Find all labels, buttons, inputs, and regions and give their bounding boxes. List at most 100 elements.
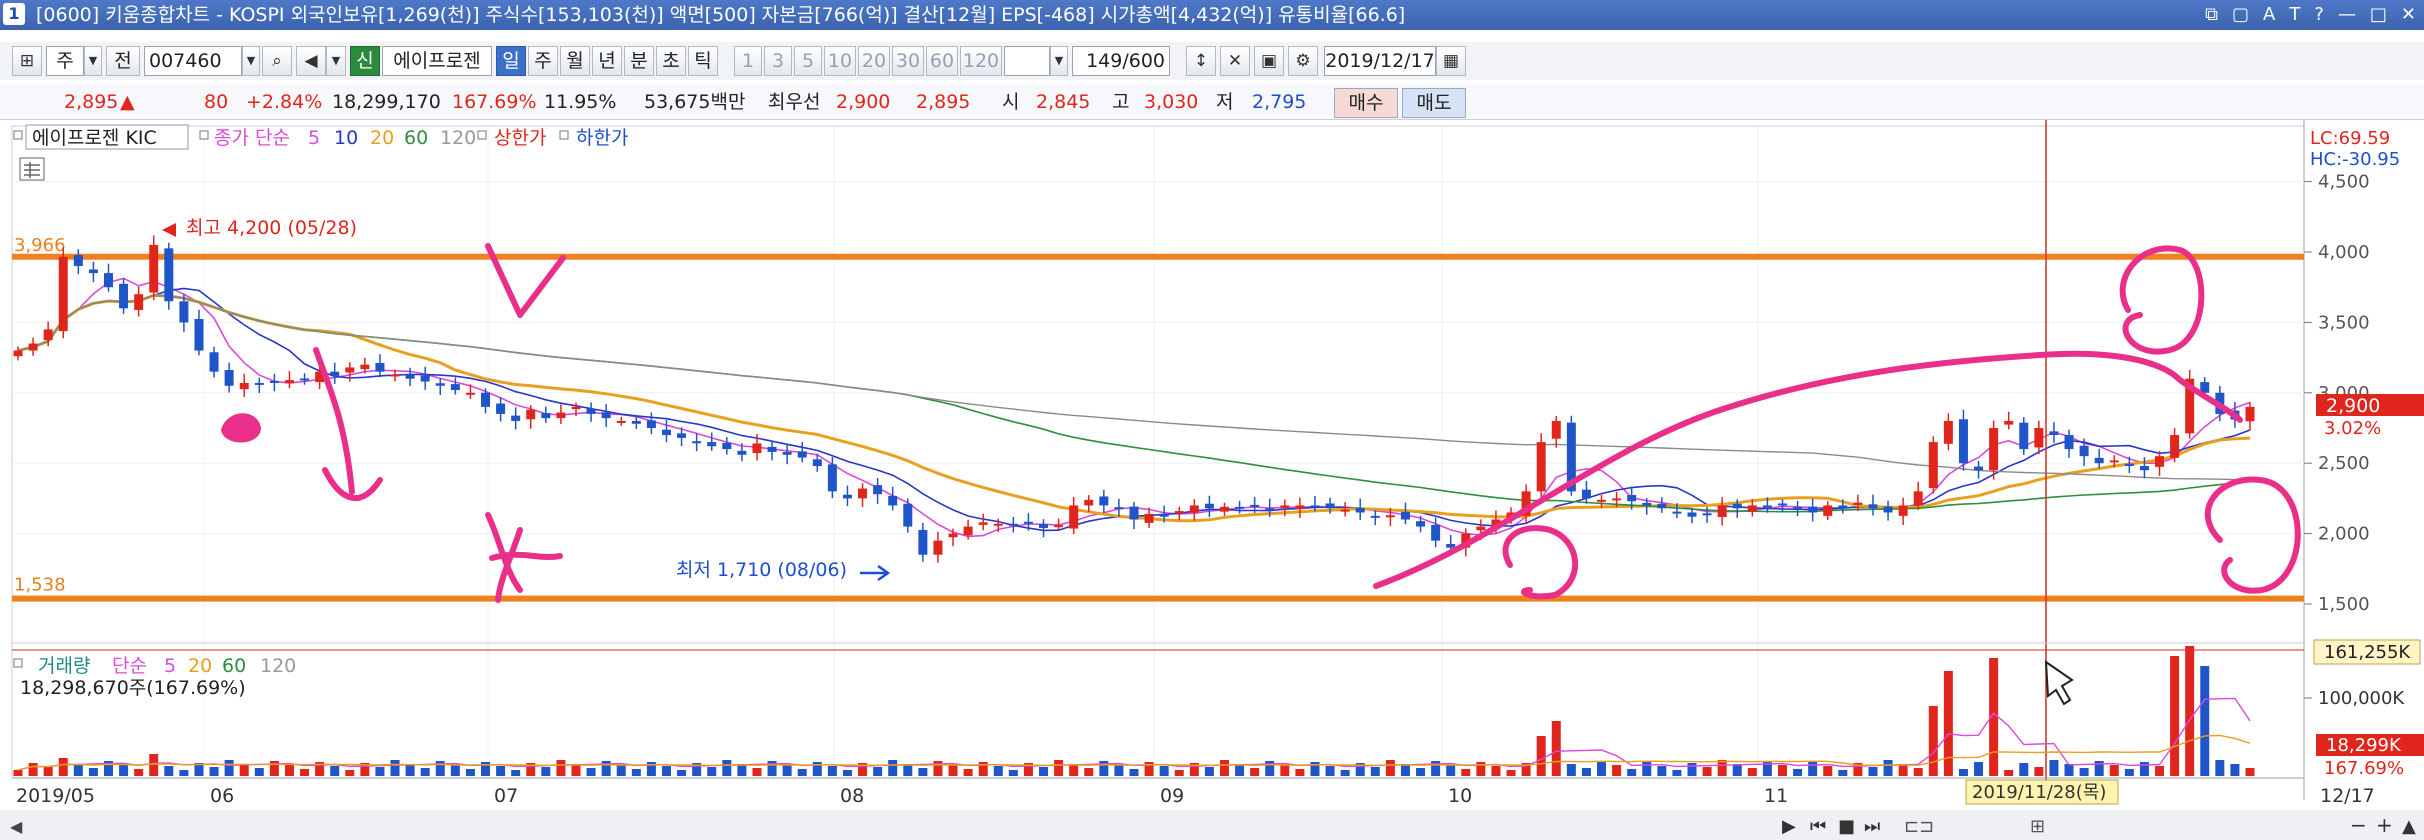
tab-tick[interactable]: 틱: [688, 46, 718, 76]
minute-120-button[interactable]: 120: [960, 46, 1002, 76]
candle-body: [918, 529, 928, 555]
tab-second[interactable]: 초: [656, 46, 686, 76]
candle-body: [571, 406, 581, 410]
volume-bar: [300, 769, 310, 776]
price-volume-chart[interactable]: 에이프로젠 KIC 종가 단순 5 10 20 60 120 상한가 하한가 L…: [0, 120, 2424, 840]
candle-body: [1099, 496, 1109, 506]
gear-icon[interactable]: ⚙: [1288, 46, 1318, 76]
code-dropdown-icon[interactable]: ▼: [242, 46, 260, 76]
tab-day[interactable]: 일: [496, 46, 526, 76]
price-tick-label: 4,500: [2318, 172, 2370, 193]
search-icon[interactable]: ⌕: [262, 46, 292, 76]
tab-year[interactable]: 년: [592, 46, 622, 76]
scroll-left-icon[interactable]: ◀: [10, 817, 23, 836]
sell-button[interactable]: 매도: [1402, 88, 1466, 118]
date-tick-label: 09: [1160, 785, 1184, 807]
change-percent: +2.84%: [246, 91, 323, 113]
minute-10-button[interactable]: 10: [824, 46, 856, 76]
legend-ma5: 5: [308, 127, 320, 149]
close-icon[interactable]: ✕: [2401, 0, 2416, 30]
candle-body: [1219, 506, 1229, 512]
minute-5-button[interactable]: 5: [794, 46, 822, 76]
minute-30-button[interactable]: 30: [892, 46, 924, 76]
help-icon[interactable]: ?: [2314, 0, 2324, 30]
new-badge[interactable]: 신: [350, 46, 380, 76]
period-type-select[interactable]: 주: [46, 46, 84, 76]
font-icon[interactable]: T: [2289, 0, 2300, 30]
volume-legend-checkbox-icon[interactable]: [13, 658, 23, 668]
legend-checkbox-icon[interactable]: [13, 130, 23, 140]
minute-60-button[interactable]: 60: [926, 46, 958, 76]
chevron-down-icon[interactable]: ▼: [84, 46, 102, 76]
quote-bar: 2,895 ▲ 80 +2.84% 18,299,170 167.69% 11.…: [0, 84, 2424, 120]
volume-bar: [1219, 760, 1229, 776]
zoom-out-icon[interactable]: −: [2350, 813, 2367, 837]
volume-bar: [752, 768, 762, 776]
custom-period-input[interactable]: [1004, 46, 1050, 76]
nav-range-icon[interactable]: ⊏⊐: [1904, 816, 1934, 837]
restore-icon[interactable]: ▢: [2232, 0, 2249, 30]
font-size-icon[interactable]: A: [2263, 0, 2275, 30]
nav-stop-icon[interactable]: ■: [1838, 816, 1855, 837]
legend-ma-checkbox-icon[interactable]: [199, 130, 209, 140]
minimize-icon[interactable]: —: [2338, 0, 2356, 30]
candle-body: [360, 364, 370, 370]
stock-code-input[interactable]: 007460: [144, 46, 242, 76]
candle-body: [43, 329, 53, 341]
data-count-field[interactable]: 149/600: [1072, 46, 1170, 76]
candle-body: [1385, 515, 1395, 518]
legend-lower-checkbox-icon[interactable]: [559, 130, 569, 140]
candle-body: [903, 503, 913, 527]
high-label: 고: [1112, 91, 1130, 113]
indicator-icon[interactable]: ↕: [1186, 46, 1216, 76]
volume-bar: [1536, 736, 1546, 776]
calendar-icon[interactable]: ▦: [1436, 46, 1466, 76]
volume-bar: [1823, 766, 1833, 776]
tab-month[interactable]: 월: [560, 46, 590, 76]
tab-week[interactable]: 주: [528, 46, 558, 76]
volume-bar: [496, 766, 506, 776]
legend-upper-checkbox-icon[interactable]: [477, 130, 487, 140]
tab-minute[interactable]: 분: [624, 46, 654, 76]
speaker-icon[interactable]: ◀: [296, 46, 326, 76]
candle-body: [134, 294, 144, 311]
chart-area[interactable]: 에이프로젠 KIC 종가 단순 5 10 20 60 120 상한가 하한가 L…: [0, 120, 2424, 840]
candle-body: [1204, 503, 1214, 509]
save-icon[interactable]: ▣: [1254, 46, 1284, 76]
tile-icon[interactable]: ⧉: [2205, 0, 2218, 30]
cursor-date-label: 2019/11/28(목): [1972, 782, 2106, 803]
date-input[interactable]: 2019/12/17: [1324, 46, 1436, 76]
candle-body: [1838, 505, 1848, 509]
layout-icon[interactable]: ⊞: [12, 46, 42, 76]
buy-button[interactable]: 매수: [1334, 88, 1398, 118]
candle-body: [1823, 505, 1833, 516]
minute-1-button[interactable]: 1: [734, 46, 762, 76]
nav-first-icon[interactable]: ⏮: [1810, 816, 1826, 837]
stock-name-field[interactable]: 에이프로젠: [382, 46, 492, 76]
crosshair-icon[interactable]: ✕: [1220, 46, 1250, 76]
table-icon[interactable]: [19, 157, 45, 181]
nav-next-icon[interactable]: ▶: [1782, 816, 1796, 837]
prev-button[interactable]: 전: [106, 46, 140, 76]
custom-period-dropdown-icon[interactable]: ▼: [1050, 46, 1068, 76]
window-number-badge[interactable]: 1: [3, 3, 25, 25]
volume-bar: [511, 770, 521, 776]
volume-bar: [1114, 765, 1124, 776]
volume-bar: [1958, 769, 1968, 776]
candle-body: [1581, 489, 1591, 499]
volume-bar: [541, 767, 551, 776]
minute-3-button[interactable]: 3: [764, 46, 792, 76]
resistance-label: 3,966: [14, 235, 66, 256]
maximize-icon[interactable]: □: [2370, 0, 2387, 30]
volume-bar: [2170, 656, 2180, 776]
candle-body: [194, 319, 204, 351]
minute-20-button[interactable]: 20: [858, 46, 890, 76]
speaker-dropdown-icon[interactable]: ▼: [326, 46, 346, 76]
candle-body: [58, 256, 68, 332]
scale-up-icon[interactable]: ▲: [2402, 816, 2416, 837]
zoom-in-icon[interactable]: +: [2376, 813, 2393, 837]
candle-body: [812, 459, 822, 467]
nav-last-icon[interactable]: ⏭: [1864, 816, 1880, 837]
scroll-bar[interactable]: [0, 810, 2424, 840]
nav-zoom-icon[interactable]: ⊞: [2030, 816, 2045, 837]
